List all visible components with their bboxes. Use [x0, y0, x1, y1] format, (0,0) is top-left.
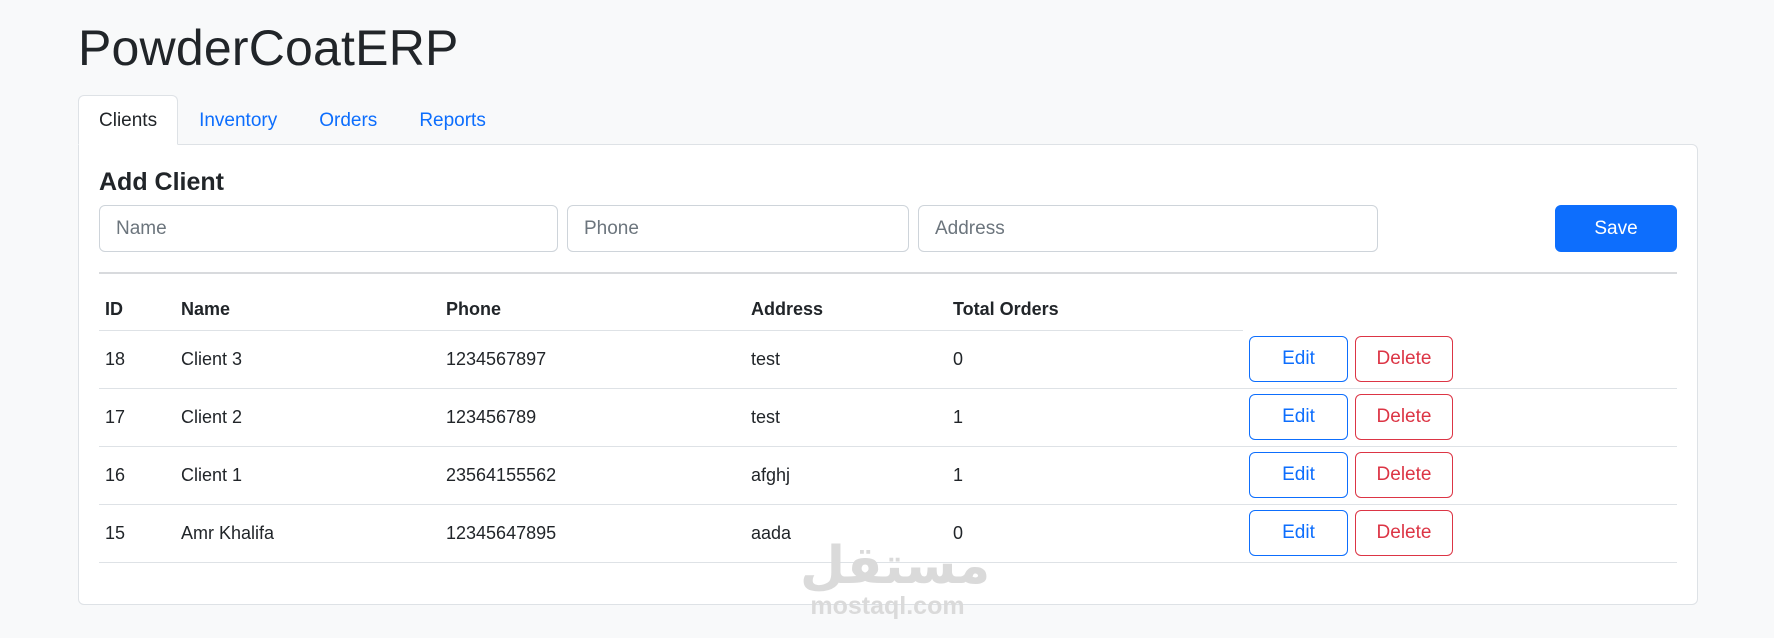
cell-address: afghj: [745, 446, 947, 505]
cell-phone: 12345647895: [440, 504, 745, 563]
tab-orders[interactable]: Orders: [298, 95, 398, 145]
tab-reports[interactable]: Reports: [398, 95, 507, 145]
edit-button[interactable]: Edit: [1249, 452, 1348, 498]
cell-actions: Edit Delete: [1243, 504, 1677, 563]
cell-id: 16: [99, 446, 175, 505]
table-row: 15 Amr Khalifa 12345647895 aada 0 Edit De…: [99, 504, 1677, 563]
cell-name: Client 3: [175, 330, 440, 389]
table-row: 17 Client 2 123456789 test 1 Edit Delete: [99, 388, 1677, 447]
name-input[interactable]: [99, 205, 558, 252]
cell-phone: 1234567897: [440, 330, 745, 389]
table-row: 18 Client 3 1234567897 test 0 Edit Delete: [99, 330, 1677, 389]
delete-button[interactable]: Delete: [1355, 394, 1453, 440]
cell-address: aada: [745, 504, 947, 563]
edit-button[interactable]: Edit: [1249, 335, 1348, 382]
header-id: ID: [99, 290, 175, 331]
cell-total-orders: 1: [947, 388, 1243, 447]
save-button[interactable]: Save: [1555, 205, 1677, 252]
cell-total-orders: 0: [947, 504, 1243, 563]
clients-table: ID Name Phone Address Total Orders 18 Cl…: [99, 290, 1677, 563]
address-input[interactable]: [918, 205, 1378, 252]
cell-actions: Edit Delete: [1243, 330, 1677, 389]
clients-panel: Add Client Save ID Name Phone Address To…: [78, 144, 1698, 605]
cell-phone: 123456789: [440, 388, 745, 447]
delete-button[interactable]: Delete: [1355, 335, 1453, 382]
tab-inventory[interactable]: Inventory: [178, 95, 298, 145]
cell-total-orders: 0: [947, 330, 1243, 389]
cell-address: test: [745, 330, 947, 389]
table-row: 16 Client 1 23564155562 afghj 1 Edit Dele…: [99, 446, 1677, 505]
delete-button[interactable]: Delete: [1355, 510, 1453, 556]
divider: [99, 272, 1677, 274]
cell-phone: 23564155562: [440, 446, 745, 505]
cell-total-orders: 1: [947, 446, 1243, 505]
header-name: Name: [175, 290, 440, 331]
cell-id: 17: [99, 388, 175, 447]
header-actions: [1243, 290, 1677, 330]
cell-name: Client 1: [175, 446, 440, 505]
edit-button[interactable]: Edit: [1249, 394, 1348, 440]
table-header-row: ID Name Phone Address Total Orders: [99, 290, 1677, 331]
cell-name: Amr Khalifa: [175, 504, 440, 563]
cell-actions: Edit Delete: [1243, 388, 1677, 447]
edit-button[interactable]: Edit: [1249, 510, 1348, 556]
cell-address: test: [745, 388, 947, 447]
cell-id: 18: [99, 330, 175, 389]
cell-id: 15: [99, 504, 175, 563]
cell-name: Client 2: [175, 388, 440, 447]
header-address: Address: [745, 290, 947, 331]
delete-button[interactable]: Delete: [1355, 452, 1453, 498]
app-title: PowderCoatERP: [78, 20, 459, 76]
tab-clients[interactable]: Clients: [78, 95, 179, 145]
phone-input[interactable]: [567, 205, 909, 252]
add-client-title: Add Client: [99, 168, 224, 196]
header-total-orders: Total Orders: [947, 290, 1243, 331]
main-tabs: Clients Inventory Orders Reports: [78, 95, 507, 145]
cell-actions: Edit Delete: [1243, 446, 1677, 505]
header-phone: Phone: [440, 290, 745, 331]
